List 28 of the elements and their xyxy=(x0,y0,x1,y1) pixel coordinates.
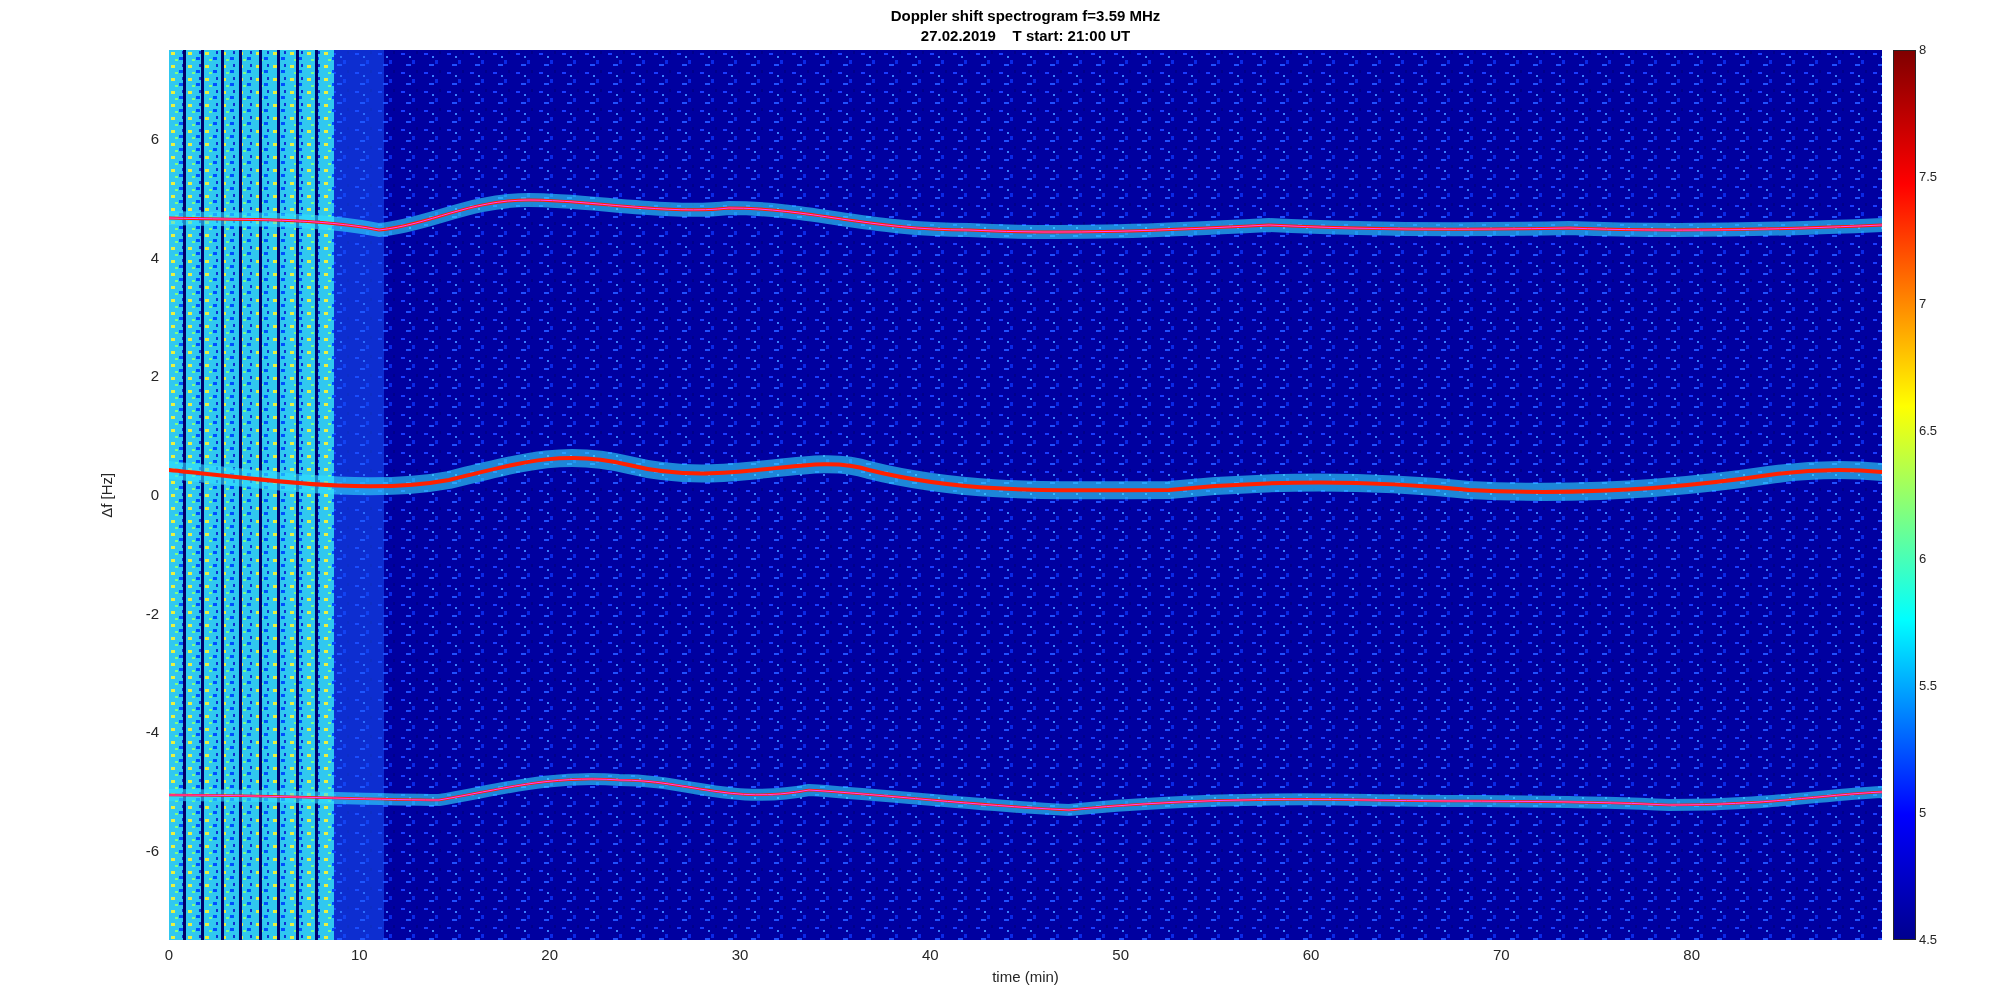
y-tick-label: 2 xyxy=(150,366,159,387)
x-tick-label: 20 xyxy=(541,945,558,965)
colorbar-tick-label: 4.5 xyxy=(1919,931,1938,950)
colorbar-tick-label: 6 xyxy=(1919,549,1927,568)
x-tick-label: 60 xyxy=(1302,945,1320,965)
y-tick-label: 4 xyxy=(150,247,159,268)
x-tick-label: 40 xyxy=(922,945,939,965)
y-tick-label: -6 xyxy=(145,840,159,861)
colorbar-tick-label: 6.5 xyxy=(1919,422,1938,441)
y-tick-label: 6 xyxy=(150,128,159,149)
colorbar-tick-label: 7.5 xyxy=(1919,168,1938,187)
x-tick-label: 70 xyxy=(1493,945,1510,965)
y-tick-label: -4 xyxy=(145,722,159,743)
x-tick-label: 30 xyxy=(731,945,749,965)
x-tick-label: 10 xyxy=(351,945,368,965)
x-tick-label: 0 xyxy=(164,945,174,965)
colorbar-tick-label: 5.5 xyxy=(1919,676,1938,695)
colorbar-tick-label: 8 xyxy=(1919,41,1927,60)
colorbar-tick-label: 7 xyxy=(1919,295,1927,314)
y-axis-label: Δf [Hz] xyxy=(97,472,117,518)
chart-title: Doppler shift spectrogram f=3.59 MHz xyxy=(890,6,1161,26)
colorbar-tick-label: 5 xyxy=(1919,804,1927,823)
chart-title: 27.02.2019 T start: 21:00 UT xyxy=(920,26,1131,46)
x-axis-label: time (min) xyxy=(992,968,1059,985)
x-tick-label: 50 xyxy=(1112,945,1129,965)
y-tick-label: 0 xyxy=(150,484,159,505)
x-tick-label: 80 xyxy=(1683,945,1700,965)
y-tick-label: -2 xyxy=(145,603,159,624)
